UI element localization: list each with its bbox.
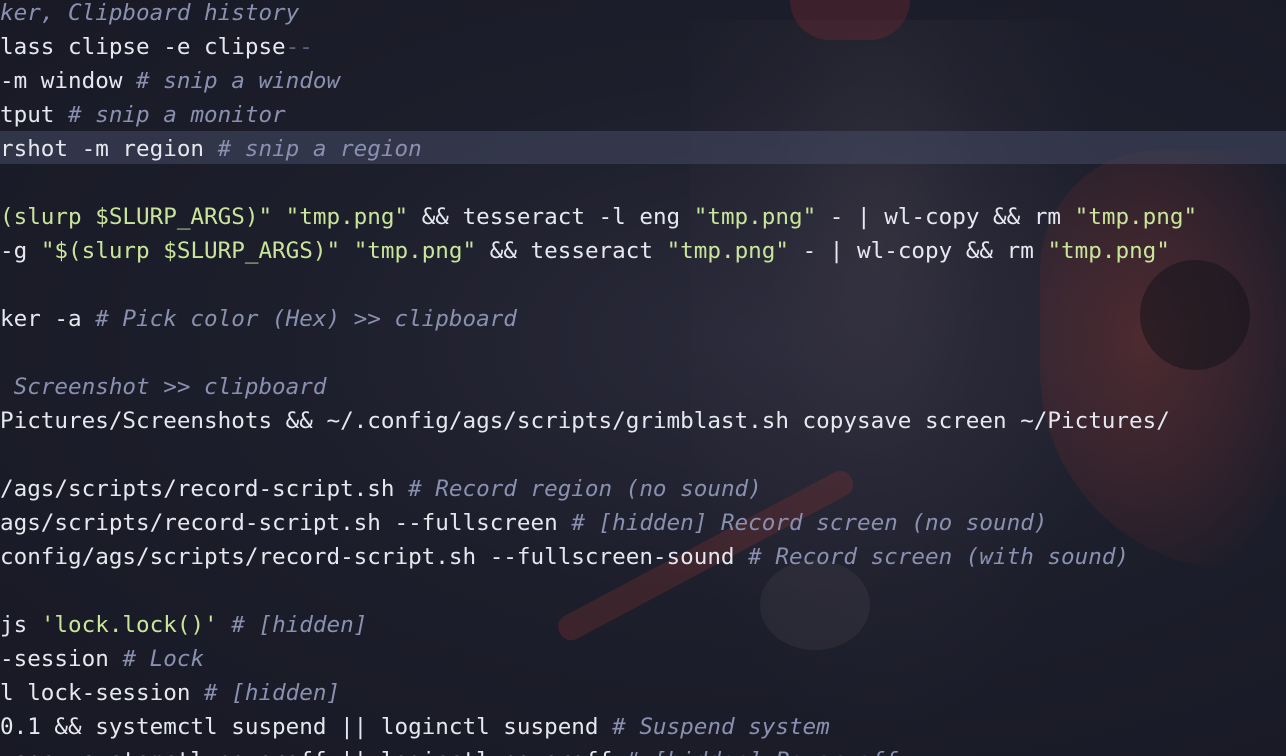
- code-token-comment: # [hidden]: [204, 680, 341, 706]
- code-line[interactable]: (slurp $SLURP_ARGS)" "tmp.png" && tesser…: [0, 200, 1197, 234]
- code-line[interactable]: ags/scripts/record-script.sh --fullscree…: [0, 506, 1197, 540]
- code-text[interactable]: ker, Clipboard history lass clipse -e cli…: [0, 0, 1197, 756]
- code-line[interactable]: ​: [0, 438, 1197, 472]
- code-token-comment: Screenshot >> clipboard: [0, 374, 327, 400]
- code-token-text: - | wl-copy && rm: [789, 238, 1048, 264]
- code-token-text: /ags/scripts/record-script.sh: [0, 476, 409, 502]
- code-line[interactable]: ysec; systemctl poweroff || loginctl pow…: [0, 744, 1197, 756]
- code-line[interactable]: ​: [0, 336, 1197, 370]
- code-token-comment: # [hidden]: [231, 612, 368, 638]
- code-line[interactable]: -m window # snip a window: [0, 64, 1197, 98]
- code-line[interactable]: ​: [0, 268, 1197, 302]
- code-line[interactable]: l lock-session # [hidden]: [0, 676, 1197, 710]
- code-token-dim: --: [285, 34, 313, 60]
- code-token-comment: # Record screen (with sound): [748, 544, 1130, 570]
- code-token-text: -g: [0, 238, 41, 264]
- code-token-text: -m window: [0, 68, 137, 94]
- code-line[interactable]: /ags/scripts/record-script.sh # Record r…: [0, 472, 1197, 506]
- code-token-text: lass clipse -e clipse: [0, 34, 286, 60]
- code-token-comment: # [hidden] Record screen (no sound): [571, 510, 1048, 536]
- code-token-text: && tesseract -l eng: [408, 204, 694, 230]
- code-line[interactable]: rshot -m region # snip a region: [0, 132, 1197, 166]
- code-line[interactable]: config/ags/scripts/record-script.sh --fu…: [0, 540, 1197, 574]
- code-token-comment: # Pick color (Hex) >> clipboard: [95, 306, 517, 332]
- code-token-comment: # Record region (no sound): [408, 476, 762, 502]
- code-line[interactable]: Screenshot >> clipboard: [0, 370, 1197, 404]
- code-token-comment: ker, Clipboard history: [0, 0, 300, 26]
- code-token-str: "$(slurp $SLURP_ARGS)": [40, 238, 341, 264]
- code-token-comment: # Lock: [122, 646, 205, 672]
- code-token-text: -session: [0, 646, 123, 672]
- code-line[interactable]: ​: [0, 166, 1197, 200]
- code-token-str: "tmp.png": [693, 204, 817, 230]
- code-token-text: ags/scripts/record-script.sh --fullscree…: [0, 510, 572, 536]
- code-token-text: ysec; systemctl poweroff || loginctl pow…: [0, 748, 626, 756]
- code-token-comment: # snip a region: [217, 136, 422, 162]
- code-line[interactable]: 0.1 && systemctl suspend || loginctl sus…: [0, 710, 1197, 744]
- code-line[interactable]: js 'lock.lock()' # [hidden]: [0, 608, 1197, 642]
- code-line[interactable]: lass clipse -e clipse--: [0, 30, 1197, 64]
- code-token-text: && tesseract: [476, 238, 667, 264]
- code-token-text: tput: [0, 102, 69, 128]
- code-token-str: (slurp $SLURP_ARGS)": [0, 204, 286, 230]
- code-token-text: - | wl-copy && rm: [816, 204, 1075, 230]
- code-line[interactable]: tput # snip a monitor: [0, 98, 1197, 132]
- code-token-text: Pictures/Screenshots && ~/.config/ags/sc…: [0, 408, 1170, 434]
- code-token-str: "tmp.png": [1047, 238, 1170, 264]
- code-editor[interactable]: ker, Clipboard history lass clipse -e cli…: [0, 0, 1286, 756]
- code-token-str: "tmp.png": [1074, 204, 1198, 230]
- code-token-text: js: [0, 612, 41, 638]
- code-token-str: "tmp.png": [285, 204, 409, 230]
- code-token-comment: # snip a monitor: [68, 102, 286, 128]
- code-line[interactable]: -session # Lock: [0, 642, 1197, 676]
- code-line[interactable]: -g "$(slurp $SLURP_ARGS)" "tmp.png" && t…: [0, 234, 1197, 268]
- code-line[interactable]: ker, Clipboard history: [0, 0, 1197, 30]
- code-token-comment: # Suspend system: [612, 714, 830, 740]
- code-token-text: config/ags/scripts/record-script.sh --fu…: [0, 544, 749, 570]
- code-line[interactable]: ker -a # Pick color (Hex) >> clipboard: [0, 302, 1197, 336]
- code-token-text: rshot -m region: [0, 136, 218, 162]
- code-token-text: ker -a: [0, 306, 96, 332]
- code-token-str: "tmp.png": [666, 238, 789, 264]
- code-token-comment: # snip a window: [136, 68, 341, 94]
- code-line[interactable]: ​: [0, 574, 1197, 608]
- code-token-text: 0.1 && systemctl suspend || loginctl sus…: [0, 714, 613, 740]
- code-line[interactable]: Pictures/Screenshots && ~/.config/ags/sc…: [0, 404, 1197, 438]
- code-token-comment: # [hidden] Power off: [626, 748, 898, 756]
- code-token-text: l lock-session: [0, 680, 205, 706]
- code-token-str: "tmp.png": [353, 238, 477, 264]
- code-token-str: 'lock.lock()': [40, 612, 218, 638]
